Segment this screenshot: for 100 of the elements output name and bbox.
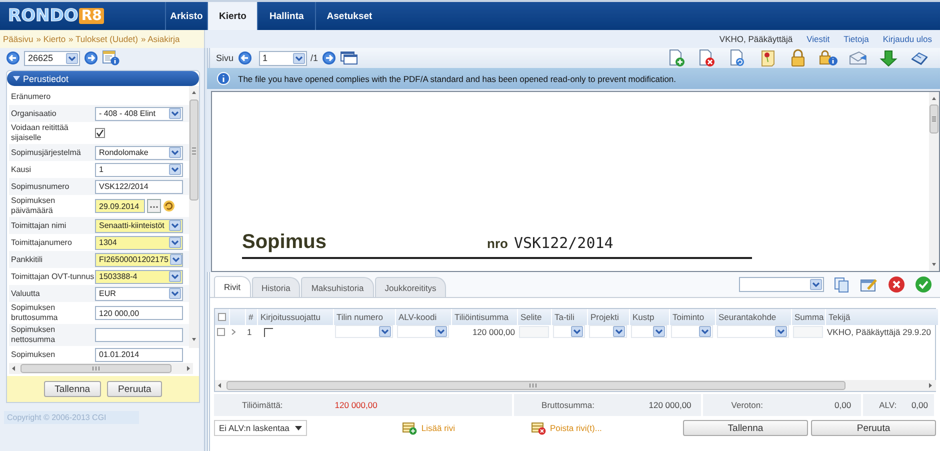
ellipsis-icon	[150, 204, 158, 208]
grid-button[interactable]: Tallenna	[683, 420, 808, 436]
checkbox[interactable]	[218, 313, 226, 321]
number-label: nro	[487, 236, 508, 251]
vat-select[interactable]: Ei ALV:n laskentaa	[214, 420, 308, 436]
cell-input[interactable]	[793, 326, 823, 338]
text-field[interactable]	[95, 328, 183, 342]
edit-icon[interactable]	[860, 276, 878, 292]
cell-dropdown[interactable]	[671, 325, 713, 338]
next-page-icon[interactable]	[322, 51, 336, 65]
info-card-icon[interactable]	[102, 50, 120, 66]
header-link[interactable]: Kirjaudu ulos	[882, 34, 932, 44]
breadcrumb-link[interactable]: Pääsivu	[3, 34, 34, 44]
vertical-scrollbar[interactable]	[929, 92, 939, 271]
envelope-icon[interactable]	[848, 49, 868, 67]
dropdown-arrow-icon	[169, 108, 181, 119]
padlock-info-icon[interactable]	[818, 49, 838, 67]
page-total: /1	[310, 53, 318, 63]
field-label: Valuutta	[10, 288, 41, 300]
header-link[interactable]: Tietoja	[844, 34, 869, 44]
cell-input[interactable]	[519, 326, 549, 338]
form-button[interactable]: Peruuta	[107, 381, 162, 397]
previous-icon[interactable]	[6, 51, 20, 65]
dropdown-arrow-icon	[810, 279, 822, 290]
table-cell: 1	[247, 327, 252, 337]
select-field[interactable]: 1503388-4	[95, 270, 183, 284]
document-delete-icon[interactable]	[697, 49, 718, 67]
grid-tab[interactable]: Historia	[252, 277, 300, 297]
field-label: Sopimusnumero	[10, 180, 70, 192]
cell-dropdown[interactable]	[553, 325, 585, 338]
text-field[interactable]: VSK122/2014	[95, 180, 183, 194]
field-label: Toimittajanumero	[10, 236, 73, 248]
select-field[interactable]: - 408 - 408 Elint	[95, 106, 183, 120]
select-field[interactable]: 1304	[95, 236, 183, 250]
breadcrumb-link[interactable]: » Tulokset (Uudet)	[68, 34, 138, 44]
horizontal-scrollbar[interactable]	[215, 380, 936, 391]
horizontal-scrollbar[interactable]	[9, 363, 193, 374]
next-icon[interactable]	[84, 51, 98, 65]
breadcrumb-link[interactable]: » Kierto	[36, 34, 66, 44]
page-select[interactable]: 1	[258, 50, 307, 66]
cancel-icon[interactable]	[888, 276, 905, 293]
copy-icon[interactable]	[834, 276, 850, 292]
logo-badge: R8	[79, 8, 104, 24]
cell-dropdown[interactable]	[335, 325, 393, 338]
grid-tab[interactable]: Rivit	[214, 276, 251, 297]
field-label: Voidaan reitittää sijaiselle	[10, 122, 70, 144]
accept-icon[interactable]	[915, 276, 932, 293]
vertical-scrollbar[interactable]	[189, 86, 199, 348]
total-label: Veroton:	[731, 400, 763, 410]
cell-dropdown[interactable]	[631, 325, 667, 338]
cell-dropdown[interactable]	[589, 325, 627, 338]
table-cell: VKHO, Pääkäyttäjä 29.9.20	[827, 327, 931, 337]
copyright-text: Copyright © 2006-2013 CGI	[4, 411, 139, 424]
total-label: ALV:	[879, 400, 897, 410]
table-cell: 120 000,00	[472, 327, 515, 337]
dropdown-arrow-icon	[169, 288, 181, 299]
checkbox[interactable]	[217, 328, 225, 336]
down-arrow-icon[interactable]	[878, 49, 899, 67]
field-label: Toimittajan OVT-tunnus	[10, 270, 95, 282]
dropdown-arrow-icon	[169, 237, 181, 248]
field-label: Sopimuksen	[10, 348, 56, 360]
grid-tab[interactable]: Joukkoreititys	[374, 277, 446, 297]
info-message: The file you have opened complies with the PDF/A standard and has been opened read-only to prevent modification.	[238, 74, 676, 84]
total-value: 0,00	[911, 400, 928, 410]
nav-tab[interactable]: Kierto	[207, 2, 258, 30]
text-field[interactable]: 01.01.2014	[95, 348, 183, 362]
field-label: Sopimuksen nettosumma	[10, 324, 56, 346]
column-header[interactable]: Tekijä	[828, 312, 850, 322]
breadcrumb-link[interactable]: » Asiakirja	[141, 34, 180, 44]
date-field[interactable]: 29.09.2014	[95, 199, 145, 213]
select-field[interactable]: FI26500001202175	[95, 252, 183, 266]
document-number: VSK122/2014	[514, 234, 614, 252]
filter-select[interactable]	[739, 277, 824, 292]
section-header[interactable]: Perustiedot	[7, 71, 199, 86]
checkbox[interactable]	[95, 128, 105, 138]
dropdown-arrow-icon	[169, 164, 181, 175]
select-field[interactable]: EUR	[95, 286, 183, 300]
header-link[interactable]: Viestit	[806, 34, 830, 44]
cell-dropdown[interactable]	[717, 325, 789, 338]
select-field[interactable]: 1	[95, 162, 183, 176]
record-select[interactable]: 26625	[24, 50, 80, 66]
windows-icon[interactable]	[340, 51, 358, 65]
document-add-icon[interactable]	[667, 49, 688, 67]
select-field[interactable]: Senaatti-kiinteistöt	[95, 218, 183, 232]
grid-tab[interactable]: Maksuhistoria	[301, 277, 374, 297]
previous-page-icon[interactable]	[238, 51, 252, 65]
user-label: VKHO, Pääkäyttäjä	[719, 34, 793, 44]
total-label: Bruttosumma:	[542, 400, 594, 410]
grid-button[interactable]: Peruuta	[811, 420, 936, 436]
info-icon	[217, 72, 230, 85]
checkbox[interactable]	[264, 328, 273, 336]
page-label: Sivu	[216, 53, 234, 63]
text-field[interactable]: 120 000,00	[95, 306, 183, 320]
add-row-icon	[402, 422, 418, 434]
cell-dropdown[interactable]	[397, 325, 449, 338]
form-button[interactable]: Tallenna	[44, 381, 102, 397]
circular-arrow-icon[interactable]	[163, 200, 175, 212]
select-field[interactable]: Rondolomake	[95, 146, 183, 160]
field-label: Toimittajan nimi	[10, 220, 68, 232]
field-label: Sopimuksen bruttosumma	[10, 302, 59, 324]
